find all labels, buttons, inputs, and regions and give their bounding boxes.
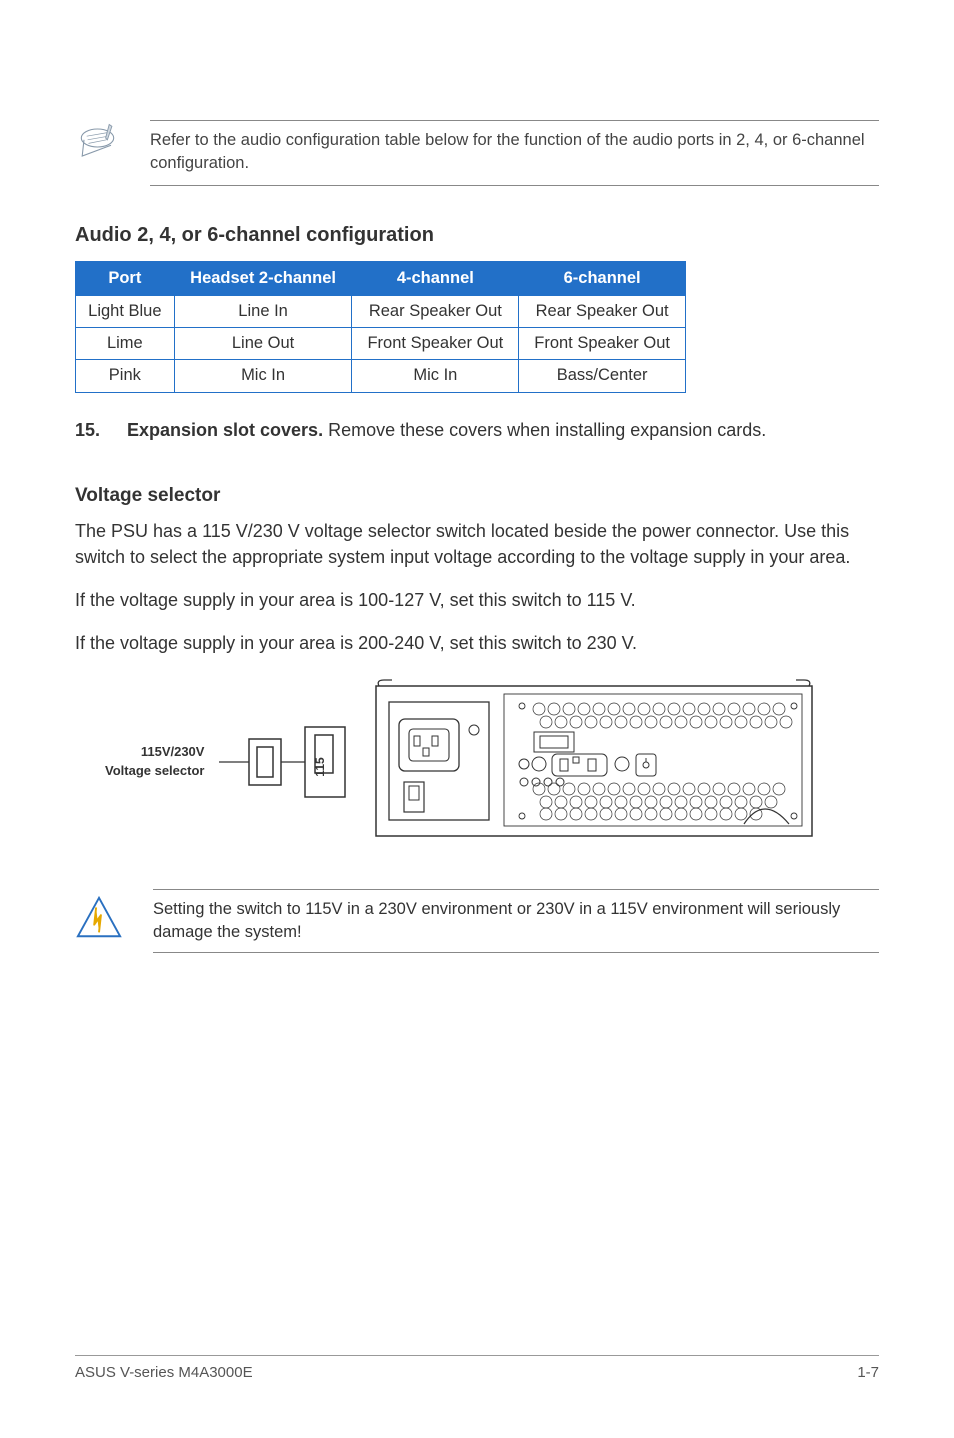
- note-block: Refer to the audio configuration table b…: [75, 120, 879, 186]
- table-cell: Bass/Center: [519, 360, 686, 392]
- table-header: Headset 2-channel: [174, 262, 352, 296]
- voltage-label-line1: 115V/230V: [105, 743, 204, 761]
- table-cell: Light Blue: [76, 296, 175, 328]
- warning-icon: [75, 894, 123, 949]
- table-header: Port: [76, 262, 175, 296]
- item-15: 15. Expansion slot covers. Remove these …: [75, 418, 879, 443]
- footer-left: ASUS V-series M4A3000E: [75, 1362, 253, 1383]
- audio-config-heading: Audio 2, 4, or 6-channel configuration: [75, 221, 879, 249]
- table-cell: Lime: [76, 328, 175, 360]
- table-header: 4-channel: [352, 262, 519, 296]
- table-cell: Line Out: [174, 328, 352, 360]
- table-cell: Front Speaker Out: [352, 328, 519, 360]
- audio-config-table: Port Headset 2-channel 4-channel 6-chann…: [75, 261, 686, 392]
- voltage-para1: The PSU has a 115 V/230 V voltage select…: [75, 519, 879, 569]
- table-cell: Rear Speaker Out: [352, 296, 519, 328]
- note-icon: [75, 120, 120, 172]
- footer-right: 1-7: [857, 1362, 879, 1383]
- voltage-para2: If the voltage supply in your area is 10…: [75, 588, 879, 613]
- table-cell: Front Speaker Out: [519, 328, 686, 360]
- table-cell: Mic In: [352, 360, 519, 392]
- voltage-label-block: 115V/230V Voltage selector: [105, 743, 204, 779]
- item-desc: Remove these covers when installing expa…: [323, 420, 766, 440]
- table-row: Lime Line Out Front Speaker Out Front Sp…: [76, 328, 686, 360]
- page-footer: ASUS V-series M4A3000E 1-7: [75, 1355, 879, 1383]
- table-cell: Rear Speaker Out: [519, 296, 686, 328]
- voltage-selector-heading: Voltage selector: [75, 483, 879, 510]
- table-row: Pink Mic In Mic In Bass/Center: [76, 360, 686, 392]
- item-number: 15.: [75, 418, 107, 443]
- rear-panel-illustration: [374, 674, 814, 849]
- voltage-label-line2: Voltage selector: [105, 762, 204, 780]
- table-cell: Pink: [76, 360, 175, 392]
- item-title: Expansion slot covers.: [127, 420, 323, 440]
- table-row: Light Blue Line In Rear Speaker Out Rear…: [76, 296, 686, 328]
- voltage-para3: If the voltage supply in your area is 20…: [75, 631, 879, 656]
- warning-text: Setting the switch to 115V in a 230V env…: [153, 889, 879, 953]
- table-cell: Line In: [174, 296, 352, 328]
- table-header: 6-channel: [519, 262, 686, 296]
- note-text: Refer to the audio configuration table b…: [150, 120, 879, 186]
- warning-block: Setting the switch to 115V in a 230V env…: [75, 889, 879, 953]
- table-cell: Mic In: [174, 360, 352, 392]
- voltage-diagram: 115V/230V Voltage selector 115: [75, 674, 879, 849]
- svg-text:115: 115: [313, 757, 327, 777]
- voltage-switch-illustration: 115: [219, 717, 359, 807]
- item-body: Expansion slot covers. Remove these cove…: [127, 418, 879, 443]
